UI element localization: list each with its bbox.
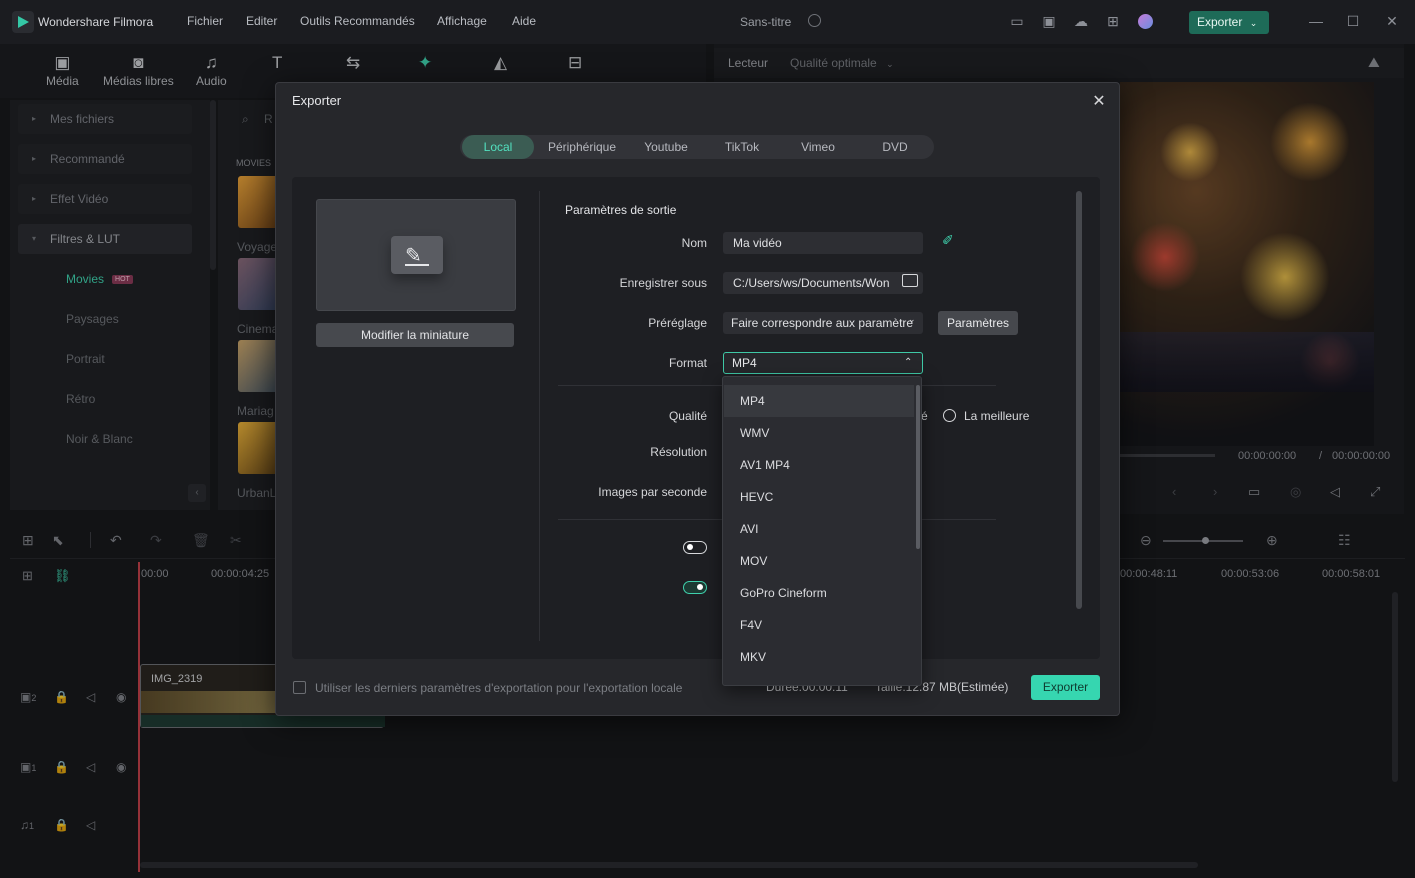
format-label: Format	[668, 356, 707, 370]
format-option-mkv[interactable]: MKV	[724, 641, 914, 673]
tab-vimeo[interactable]: Vimeo	[782, 135, 854, 159]
tab-peripherique[interactable]: Périphérique	[540, 135, 624, 159]
menu-aide[interactable]: Aide	[512, 14, 536, 28]
export-dialog: Exporter ✕ Local Périphérique Youtube Ti…	[275, 82, 1120, 716]
format-select[interactable]: MP4 ⌃	[723, 352, 923, 374]
dialog-close-icon[interactable]: ✕	[1090, 91, 1108, 110]
thumbnail-preview: ✎	[316, 199, 516, 311]
quality-label: Qualité	[668, 409, 707, 423]
use-last-settings-label: Utiliser les derniers paramètres d'expor…	[315, 681, 683, 695]
menu-affichage[interactable]: Affichage	[437, 14, 487, 28]
format-option-mov[interactable]: MOV	[724, 545, 914, 577]
settings-button[interactable]: Paramètres	[938, 311, 1018, 335]
format-option-gopro-cineform[interactable]: GoPro Cineform	[724, 577, 914, 609]
maximize-icon[interactable]: ☐	[1345, 13, 1361, 29]
quality-option-partial: é	[921, 409, 928, 423]
resolution-label: Résolution	[650, 445, 707, 459]
export-button[interactable]: Exporter	[1031, 675, 1100, 700]
output-settings-title: Paramètres de sortie	[565, 203, 677, 217]
tab-local[interactable]: Local	[462, 135, 534, 159]
use-last-settings-checkbox[interactable]	[293, 681, 306, 694]
format-option-avi[interactable]: AVI	[724, 513, 914, 545]
name-label: Nom	[681, 236, 707, 250]
chevron-up-icon: ⌃	[904, 357, 913, 368]
layout-icon[interactable]: ▭	[1009, 13, 1025, 29]
edit-thumbnail-icon: ✎	[391, 236, 443, 274]
app-title: Wondershare Filmora	[38, 15, 154, 29]
toggle-on[interactable]	[683, 581, 707, 594]
filmora-logo-icon	[12, 11, 34, 33]
cloud-icon[interactable]: ☁	[1073, 13, 1089, 29]
tab-youtube[interactable]: Youtube	[630, 135, 702, 159]
name-field[interactable]: Ma vidéo	[723, 232, 923, 254]
save-path-field[interactable]: C:/Users/ws/Documents/Won	[723, 272, 923, 294]
title-bar: Wondershare Filmora Fichier Editer Outil…	[0, 0, 1415, 44]
format-option-wmv[interactable]: WMV	[724, 417, 914, 449]
ai-rename-icon[interactable]: ✐	[942, 232, 954, 249]
minimize-icon[interactable]: —	[1308, 13, 1324, 29]
avatar[interactable]	[1138, 14, 1153, 29]
grid-icon[interactable]: ⊞	[1105, 13, 1121, 29]
tab-tiktok[interactable]: TikTok	[708, 135, 776, 159]
format-option-hevc[interactable]: HEVC	[724, 481, 914, 513]
menu-outils[interactable]: Outils Recommandés	[300, 14, 415, 28]
saved-check-icon	[808, 14, 821, 27]
close-window-icon[interactable]: ✕	[1384, 13, 1400, 29]
save-to-label: Enregistrer sous	[619, 276, 707, 290]
dropdown-scrollbar[interactable]	[916, 385, 920, 549]
save-icon[interactable]: ▣	[1041, 13, 1057, 29]
quality-best-label: La meilleure	[964, 409, 1030, 423]
toggle-off[interactable]	[683, 541, 707, 554]
project-title: Sans-titre	[740, 15, 792, 29]
export-content: ✎ Modifier la miniature Paramètres de so…	[292, 177, 1100, 659]
filmora-window: Wondershare Filmora Fichier Editer Outil…	[0, 0, 1415, 878]
preset-label: Préréglage	[648, 316, 707, 330]
menu-editer[interactable]: Editer	[246, 14, 277, 28]
top-export-button[interactable]: Exporter ⌄	[1189, 11, 1269, 34]
tab-dvd[interactable]: DVD	[860, 135, 930, 159]
fps-label: Images par seconde	[598, 485, 707, 499]
format-option-f4v[interactable]: F4V	[724, 609, 914, 641]
format-option-av1-mp4[interactable]: AV1 MP4	[724, 449, 914, 481]
edit-thumbnail-button[interactable]: Modifier la miniature	[316, 323, 514, 347]
settings-scrollbar[interactable]	[1076, 191, 1082, 609]
format-option-mp4[interactable]: MP4	[724, 385, 914, 417]
folder-icon[interactable]	[902, 274, 918, 287]
menu-fichier[interactable]: Fichier	[187, 14, 223, 28]
format-dropdown: MP4 WMV AV1 MP4 HEVC AVI MOV GoPro Cinef…	[722, 376, 922, 686]
export-tabs: Local Périphérique Youtube TikTok Vimeo …	[460, 135, 934, 159]
preset-select[interactable]: Faire correspondre aux paramètre	[723, 312, 923, 334]
preset-chevron-icon: ⌄	[908, 314, 916, 324]
quality-best-radio[interactable]	[943, 409, 956, 422]
dialog-title: Exporter	[292, 93, 342, 108]
